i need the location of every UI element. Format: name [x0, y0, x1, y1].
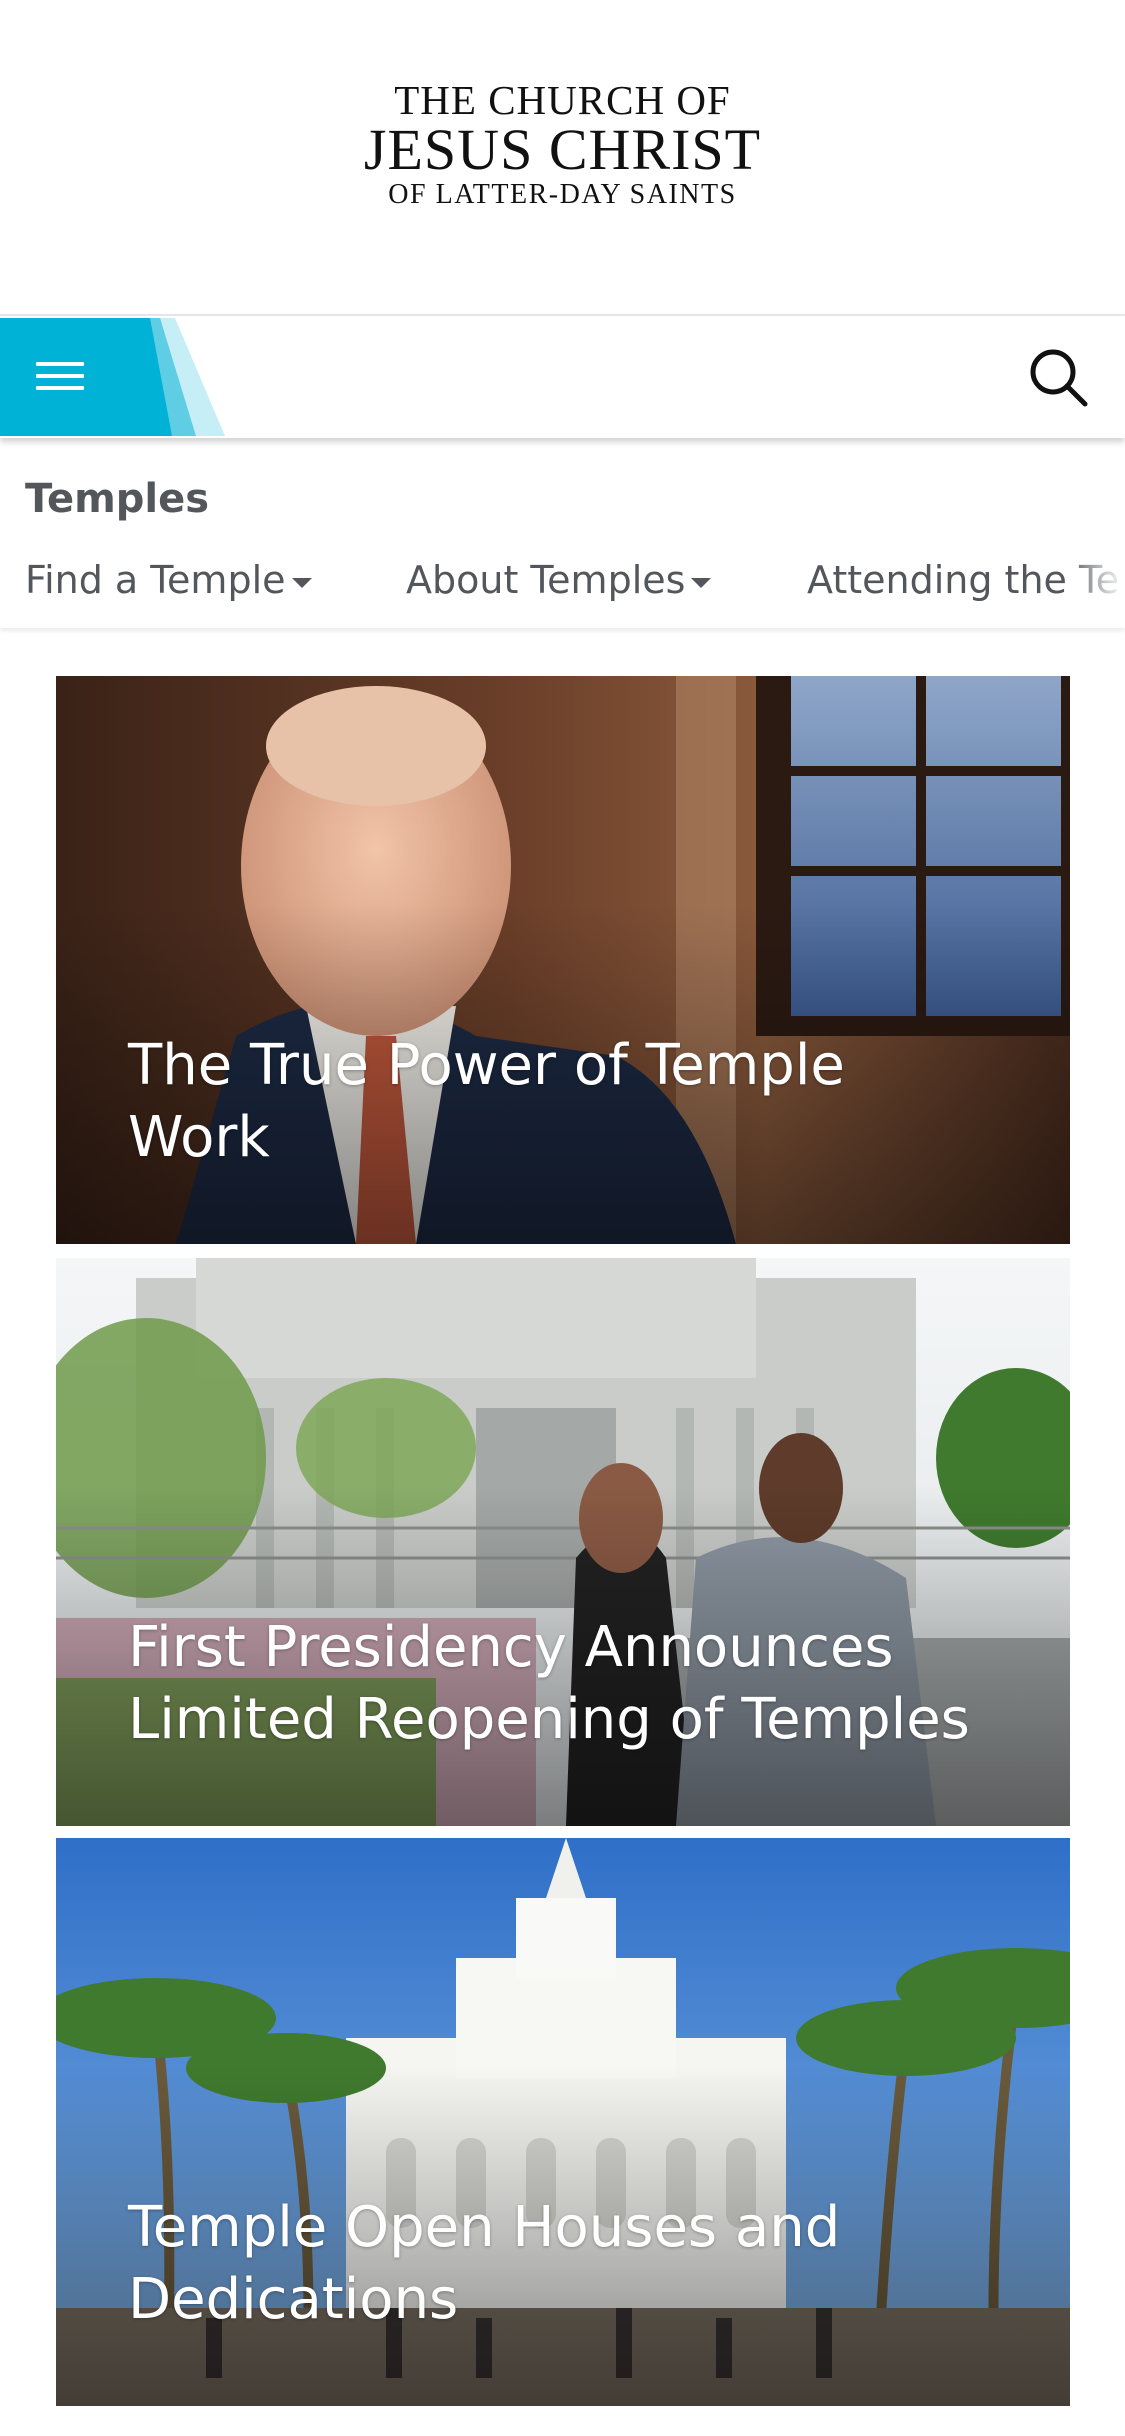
section-title[interactable]: Temples	[25, 476, 209, 522]
subnav-find-a-temple[interactable]: Find a Temple	[25, 558, 312, 602]
subnav-item-label: Find a Temple	[25, 558, 286, 602]
feature-card-reopening[interactable]: First Presidency Announces Limited Reope…	[56, 1258, 1070, 1826]
hamburger-menu-icon	[36, 362, 84, 394]
feature-card-temple-work[interactable]: The True Power of Temple Work	[56, 676, 1070, 1244]
search-icon	[1030, 349, 1088, 407]
menu-button-background	[0, 318, 225, 436]
site-header: THE CHURCH OF JESUS CHRIST OF LATTER-DAY…	[0, 0, 1125, 314]
logo-line-2: JESUS CHRIST	[363, 117, 762, 182]
card-title: First Presidency Announces Limited Reope…	[128, 1615, 970, 1752]
subnav-item-label: About Temples	[406, 558, 686, 602]
search-button[interactable]	[1027, 346, 1089, 408]
card-title: The True Power of Temple Work	[128, 1033, 845, 1170]
temples-subnav: Temples Find a Temple About Temples Atte…	[0, 438, 1125, 628]
feature-card-open-houses[interactable]: Temple Open Houses and Dedications	[56, 1838, 1070, 2406]
logo-line-3: OF LATTER-DAY SAINTS	[388, 179, 737, 210]
caret-down-icon	[291, 577, 312, 588]
subnav-about-temples[interactable]: About Temples	[406, 558, 712, 602]
scroll-fade	[1065, 538, 1125, 618]
card-title: Temple Open Houses and Dedications	[128, 2195, 841, 2332]
main-navbar	[0, 314, 1125, 438]
logo-line-1: THE CHURCH OF	[394, 77, 731, 123]
church-logo[interactable]: THE CHURCH OF JESUS CHRIST OF LATTER-DAY…	[0, 78, 1125, 212]
menu-button[interactable]	[0, 318, 225, 436]
caret-down-icon	[691, 577, 712, 588]
